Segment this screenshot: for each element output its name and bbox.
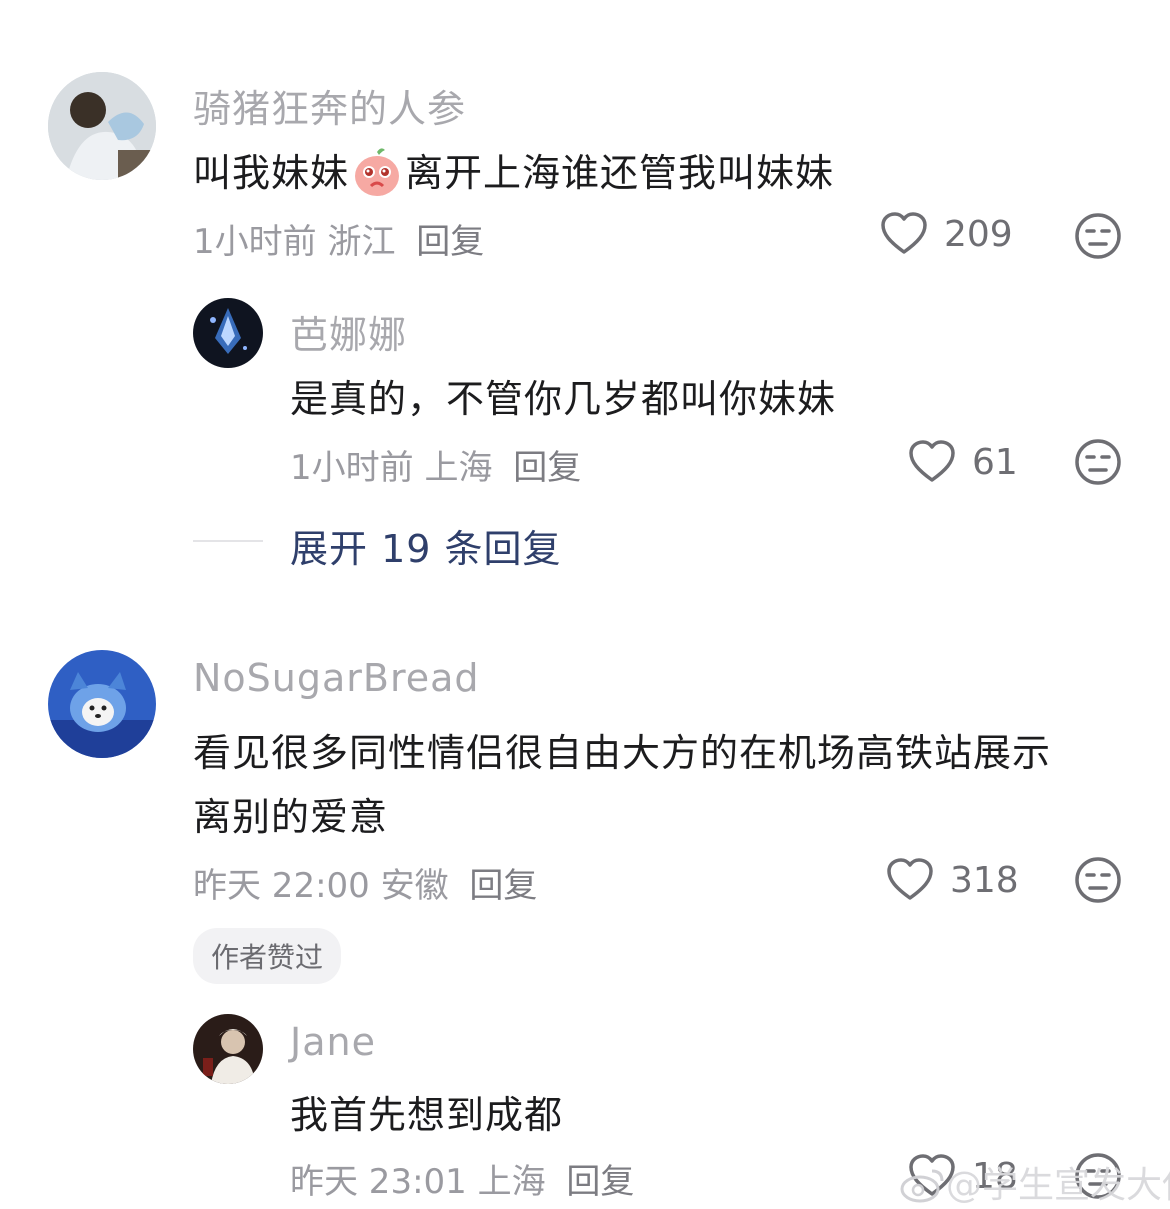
- comment-text-part: 叫我妹妹: [193, 151, 350, 195]
- expand-divider: [193, 540, 263, 542]
- dislike-icon[interactable]: [1074, 438, 1122, 486]
- comment-location: 浙江: [327, 222, 396, 262]
- comment-text-line: 看见很多同性情侣很自由大方的在机场高铁站展示: [193, 731, 1052, 775]
- reply-location: 上海: [424, 448, 493, 488]
- comment-meta: 1小时前 浙江 回复: [193, 214, 484, 263]
- reply-text: 我首先想到成都: [290, 1093, 564, 1137]
- expand-replies-button[interactable]: 展开 19 条回复: [290, 518, 562, 573]
- avatar[interactable]: [193, 1014, 263, 1084]
- heart-icon: [909, 440, 955, 482]
- blush-peach-emoji: [355, 148, 400, 196]
- comment-text-part: 离开上海谁还管我叫妹妹: [405, 151, 835, 195]
- comment-text: 叫我妹妹 离开上海谁还管我叫妹妹: [193, 142, 834, 198]
- reply-meta: 1小时前 上海 回复: [290, 440, 581, 489]
- dislike-icon[interactable]: [1074, 212, 1122, 260]
- comment-time: 昨天 22:00: [193, 866, 370, 906]
- reply-location: 上海: [477, 1162, 546, 1202]
- reply-username[interactable]: 芭娜娜: [290, 304, 407, 359]
- dislike-icon[interactable]: [1074, 856, 1122, 904]
- like-count: 209: [944, 213, 1013, 255]
- reply-button[interactable]: 回复: [566, 1162, 634, 1202]
- reply-text: 是真的，不管你几岁都叫你妹妹: [290, 377, 837, 421]
- watermark: @学生宣发大使: [900, 1156, 1170, 1208]
- like-button[interactable]: 61: [908, 440, 1018, 484]
- watermark-text: @学生宣发大使: [946, 1165, 1170, 1206]
- avatar[interactable]: [48, 650, 156, 758]
- reply-button[interactable]: 回复: [469, 866, 537, 906]
- reply-username[interactable]: Jane: [290, 1020, 376, 1064]
- comment-location: 安徽: [380, 866, 449, 906]
- reply-time: 昨天 23:01: [290, 1162, 467, 1202]
- comment-time: 1小时前: [193, 222, 317, 262]
- reply-button[interactable]: 回复: [416, 222, 484, 262]
- reply-button[interactable]: 回复: [513, 448, 581, 488]
- reply-time: 1小时前: [290, 448, 414, 488]
- weibo-logo-icon: [900, 1169, 944, 1203]
- heart-icon: [881, 212, 927, 254]
- comment-username[interactable]: NoSugarBread: [193, 656, 480, 700]
- heart-icon: [887, 858, 933, 900]
- like-button[interactable]: 318: [886, 858, 1019, 902]
- comment-username[interactable]: 骑猪狂奔的人参: [193, 78, 466, 133]
- like-count: 318: [950, 859, 1019, 901]
- like-count: 61: [972, 441, 1018, 483]
- avatar[interactable]: [48, 72, 156, 180]
- comment-text-line: 离别的爱意: [193, 795, 389, 839]
- like-button[interactable]: 209: [880, 212, 1013, 256]
- comment-meta: 昨天 22:00 安徽 回复: [193, 858, 537, 907]
- avatar[interactable]: [193, 298, 263, 368]
- reply-meta: 昨天 23:01 上海 回复: [290, 1154, 634, 1203]
- author-liked-badge: 作者赞过: [193, 928, 342, 984]
